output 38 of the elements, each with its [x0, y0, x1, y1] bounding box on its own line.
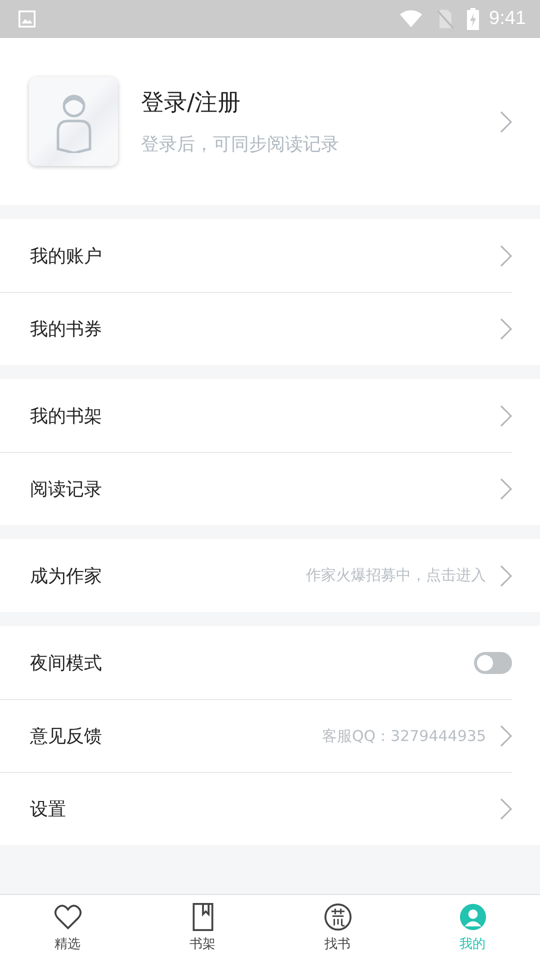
chevron-right-icon [500, 564, 512, 586]
menu-label: 阅读记录 [30, 478, 103, 501]
login-row[interactable]: 登录/注册 登录后，可同步阅读记录 [0, 38, 540, 205]
menu-row[interactable]: 设置 [0, 772, 512, 845]
menu-row[interactable]: 阅读记录 [0, 452, 512, 525]
menu-label: 夜间模式 [30, 652, 103, 674]
image-icon [18, 10, 36, 28]
menu-detail: 客服QQ：3279444935 [322, 726, 486, 746]
menu-label: 设置 [30, 798, 67, 821]
tab[interactable]: 找书 [270, 895, 405, 960]
menu-detail: 作家火爆招募中，点击进入 [306, 566, 486, 585]
user-icon [458, 902, 486, 930]
menu-label: 我的账户 [30, 244, 103, 268]
chevron-right-icon [500, 798, 512, 820]
chevron-right-icon [500, 244, 512, 266]
heart-icon [54, 902, 82, 930]
menu-row[interactable]: 意见反馈 客服QQ：3279444935 [0, 699, 512, 772]
menu-label: 我的书券 [30, 318, 103, 341]
seal-icon [324, 902, 352, 930]
login-hint: 登录后，可同步阅读记录 [141, 133, 340, 156]
chevron-right-icon [500, 110, 512, 132]
chevron-right-icon [500, 404, 512, 426]
menu-label: 成为作家 [30, 564, 103, 588]
chevron-right-icon [500, 478, 512, 500]
tab[interactable]: 书架 [135, 895, 270, 960]
login-title: 登录/注册 [141, 89, 242, 118]
menu-row[interactable]: 我的书券 [0, 292, 512, 365]
menu-label: 意见反馈 [30, 725, 103, 748]
night-mode-switch[interactable] [474, 652, 512, 674]
menu-row[interactable]: 我的账户 [0, 219, 512, 292]
wifi-icon [399, 9, 424, 29]
tab[interactable]: 精选 [0, 895, 135, 960]
chevron-right-icon [500, 318, 512, 340]
menu-row[interactable]: 夜间模式 [0, 626, 512, 699]
menu-label: 我的书架 [30, 404, 103, 428]
battery-charging-icon [467, 8, 480, 30]
menu-row[interactable]: 我的书架 [0, 379, 512, 452]
chevron-right-icon [500, 725, 512, 747]
